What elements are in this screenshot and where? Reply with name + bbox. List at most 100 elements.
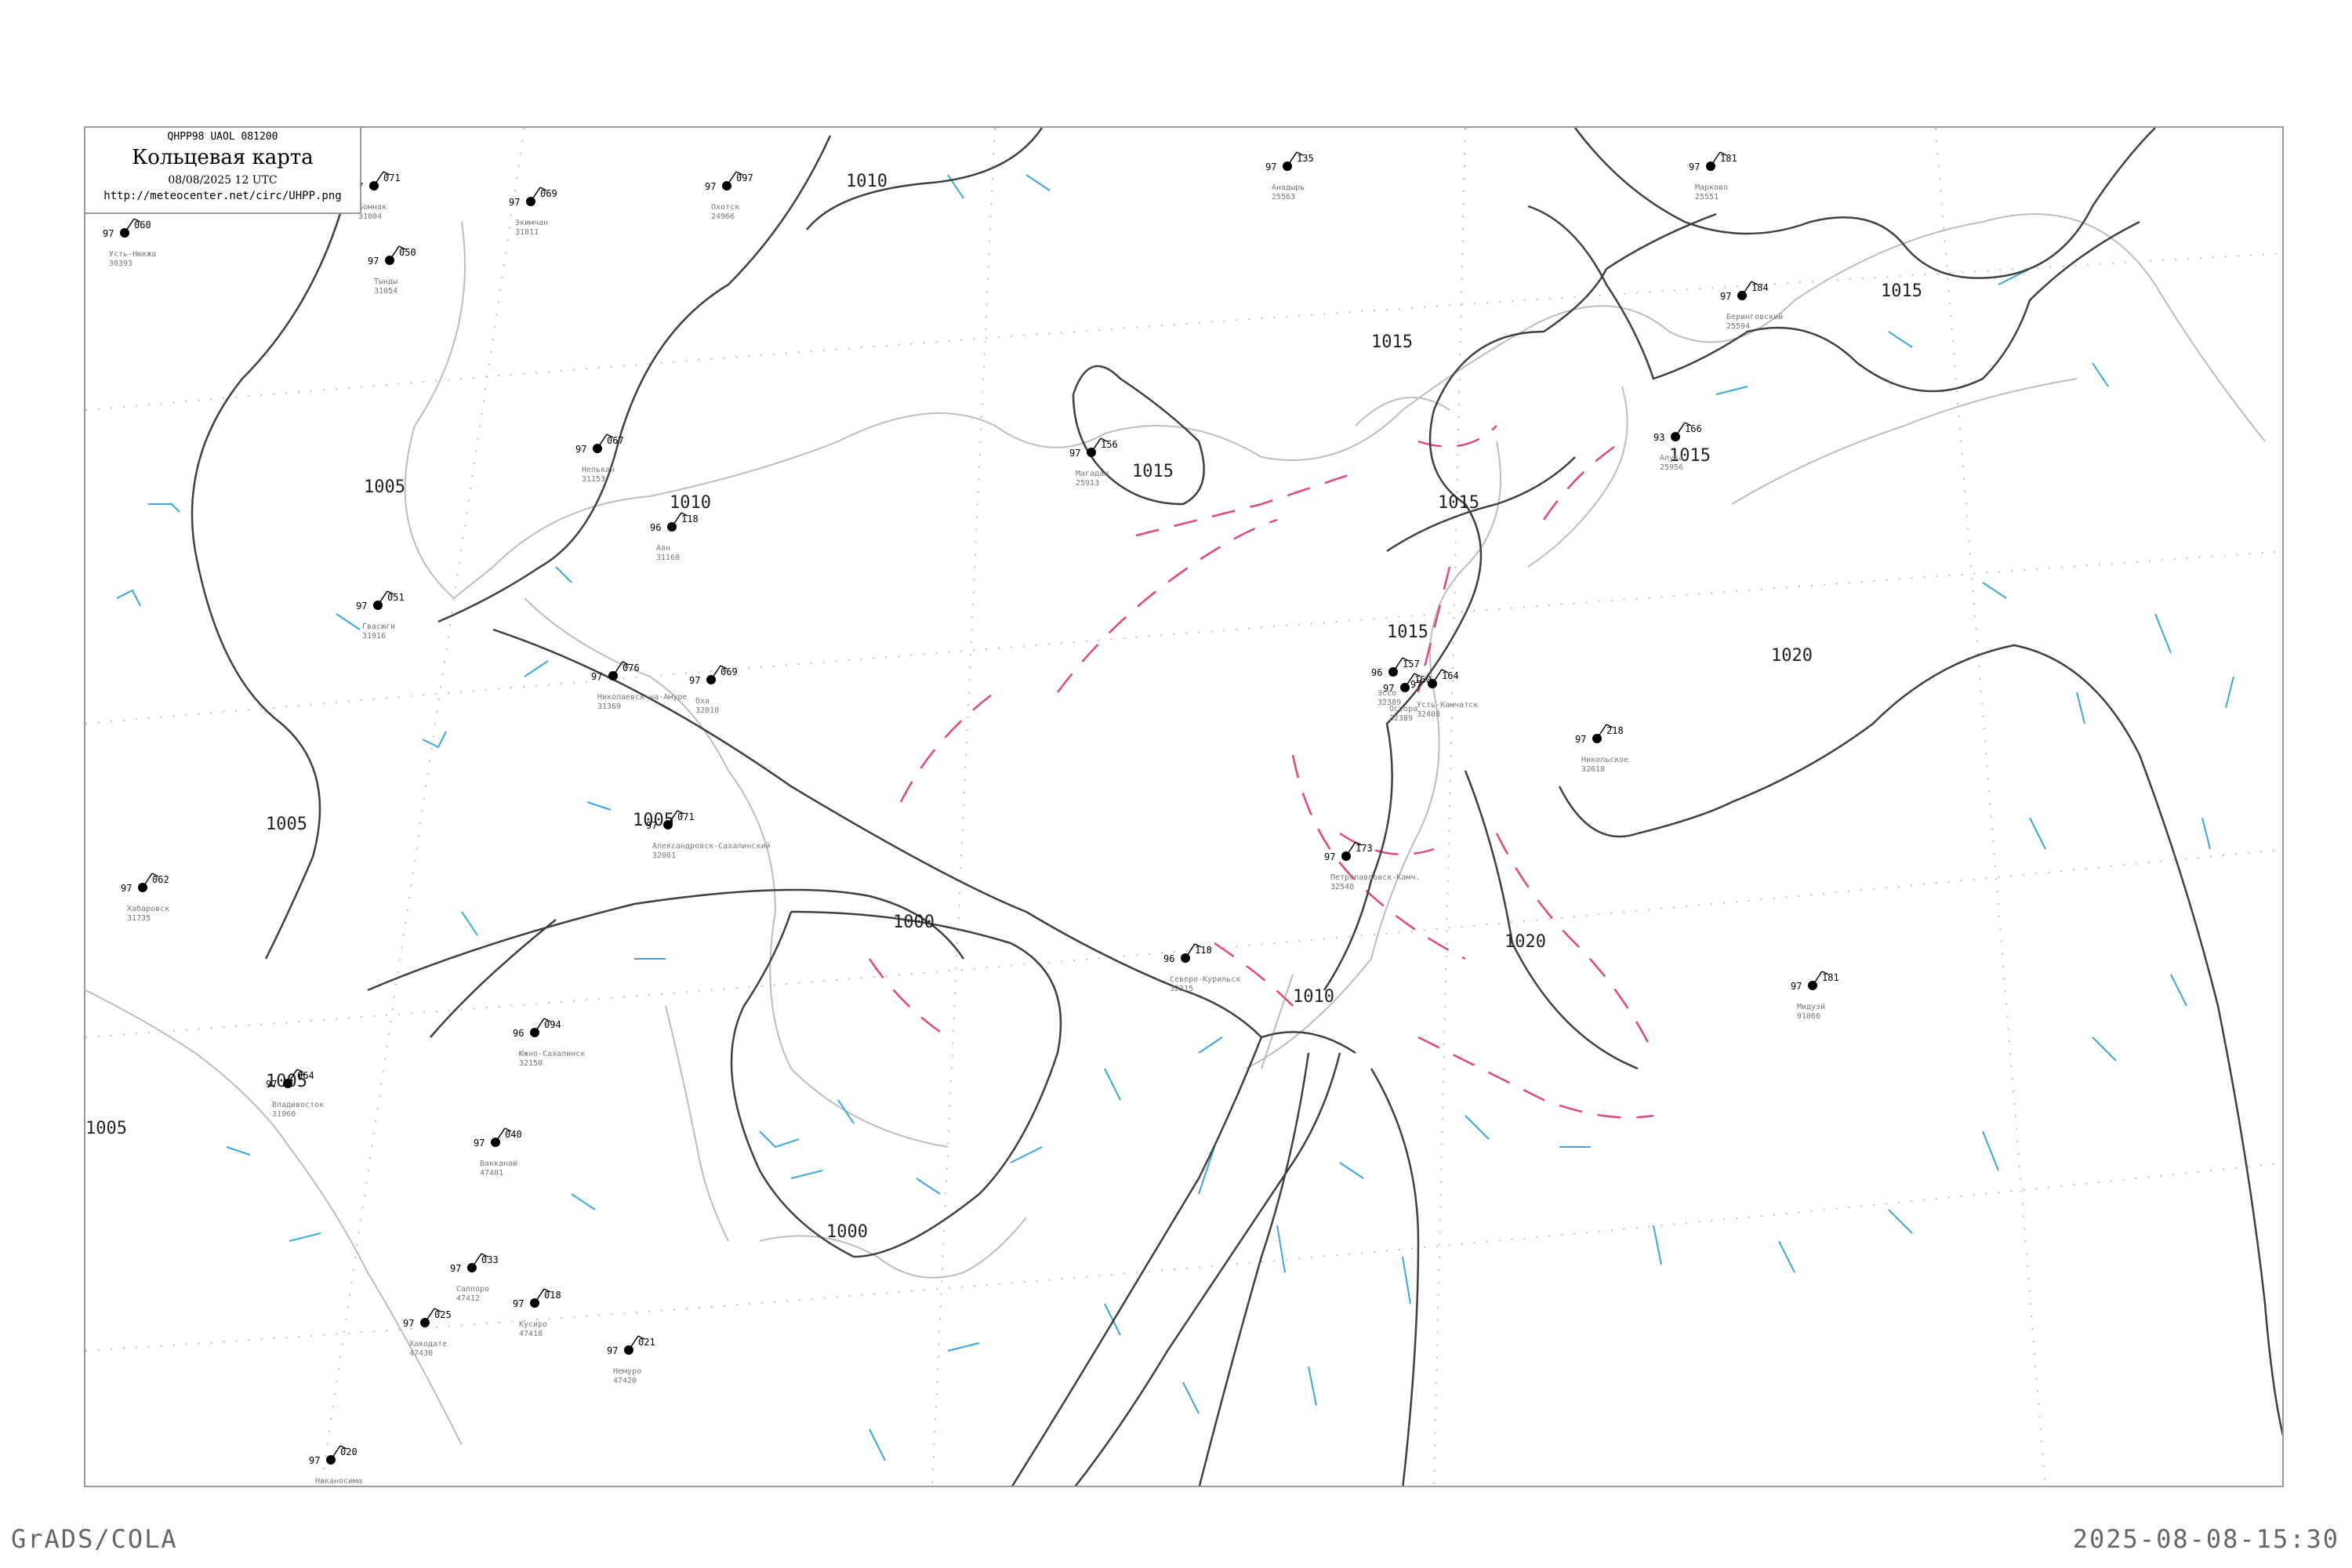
station-plot: 97 051 Гвасюги31916 (356, 590, 405, 641)
station-tendency: 97 (121, 883, 132, 894)
station-id: 25913 (1076, 479, 1099, 488)
isobar-label: 1015 (1881, 281, 1922, 301)
station-id: 31916 (362, 632, 386, 641)
station-observations: 97 060 Усть-Нюкжа30393 97 071 Бомнак31004 97 06… (103, 151, 1839, 1487)
station-name: Никольское (1581, 756, 1628, 764)
isobar-label: 1005 (266, 815, 307, 834)
station-plot: 96 094 Южно-Сахалинск32150 (513, 1018, 585, 1068)
station-pressure: 071 (383, 172, 401, 183)
isobar-label: 1015 (1387, 622, 1428, 642)
station-id: 32618 (1581, 765, 1605, 774)
station-plot: 97 135 Анадырь25563 (1265, 151, 1314, 201)
station-name: Беринговский (1726, 312, 1783, 321)
station-name: Марково (1695, 183, 1728, 192)
coastline (85, 213, 2266, 1446)
station-tendency: 97 (1265, 162, 1276, 172)
isobar-label: 1010 (846, 172, 887, 191)
station-id: 31054 (374, 287, 397, 296)
software-credit: GrADS/COLA (11, 1524, 178, 1554)
station-pressure: 018 (544, 1290, 561, 1301)
station-tendency: 96 (650, 522, 661, 533)
station-tendency: 97 (1575, 734, 1586, 745)
station-pressure: 118 (1195, 945, 1212, 956)
station-tendency: 97 (705, 181, 716, 192)
station-name: Гвасюги (362, 622, 395, 631)
station-name: Владивосток (272, 1101, 324, 1109)
render-timestamp: 2025-08-08-15:30 (2072, 1524, 2339, 1554)
station-tendency: 97 (450, 1263, 461, 1274)
station-tendency: 97 (509, 197, 520, 208)
isobar-label: 1010 (670, 493, 711, 513)
isobar-label: 1000 (826, 1222, 868, 1242)
station-tendency: 97 (1720, 291, 1731, 302)
station-plot: 97 021 Немуро47420 (607, 1335, 655, 1385)
station-pressure: 020 (340, 1446, 358, 1457)
station-pressure: 060 (134, 220, 151, 230)
station-name: Северо-Курильск (1170, 975, 1240, 984)
station-pressure: 064 (297, 1070, 314, 1081)
station-tendency: 97 (474, 1138, 485, 1149)
station-plot: 97 173 Петропавловск-Камч.32540 (1324, 841, 1420, 891)
station-tendency: 97 (591, 671, 602, 682)
station-id: 25594 (1726, 322, 1750, 331)
station-plot: 97 040 Вакканай47401 (474, 1127, 522, 1178)
station-tendency: 96 (513, 1028, 524, 1039)
station-id: 31011 (515, 228, 539, 237)
station-plot: 97 181 Марково25551 (1689, 151, 1737, 201)
station-name: Аян (656, 544, 670, 553)
station-pressure: 040 (505, 1129, 522, 1140)
station-tendency: 93 (1653, 432, 1664, 443)
station-tendency: 97 (266, 1079, 277, 1090)
station-pressure: 160 (1414, 674, 1432, 685)
station-tendency: 97 (1791, 981, 1802, 992)
graticule (85, 128, 2282, 1486)
chart-url: http://meteocenter.net/circ/UHPP.png (103, 190, 342, 202)
station-tendency: 97 (1383, 683, 1394, 694)
station-name: Тынды (374, 278, 397, 286)
chart-info-box: QHPP98 UAOL 081200 Кольцевая карта 08/08… (85, 128, 361, 214)
station-name: Апука (1660, 454, 1683, 463)
station-plot: 97 050 Тынды31054 (368, 245, 416, 296)
station-pressure: 135 (1297, 153, 1314, 164)
station-pressure: 021 (638, 1337, 655, 1348)
station-id: 25956 (1660, 463, 1683, 472)
station-pressure: 033 (481, 1254, 499, 1265)
station-name: Нелькан (582, 466, 615, 474)
station-name: Южно-Сахалинск (519, 1050, 585, 1058)
station-tendency: 97 (368, 256, 379, 267)
station-name: Хабаровск (127, 904, 169, 913)
station-pressure: 094 (544, 1019, 561, 1030)
station-pressure: 118 (681, 514, 699, 524)
station-pressure: 062 (152, 874, 169, 885)
station-id: 32061 (652, 851, 676, 860)
station-id: 31168 (656, 554, 680, 562)
station-id: 47401 (480, 1169, 503, 1178)
station-tendency: 97 (575, 444, 586, 455)
isobar-label: 1015 (1371, 332, 1413, 352)
map-frame: 1010 1010 1010 1005 1005 1005 1005 1005 … (84, 126, 2284, 1487)
station-id: 47600 (315, 1486, 339, 1487)
station-name: Усть-Камчатск (1417, 701, 1478, 710)
synoptic-map: 1010 1010 1010 1005 1005 1005 1005 1005 … (85, 128, 2282, 1487)
station-plot: 97 218 Никольское32618 (1575, 724, 1628, 774)
station-plot: 97 076 Николаевск-на-Амуре31369 (591, 661, 687, 711)
station-pressure: 076 (622, 662, 640, 673)
isobar-label: 1010 (1293, 987, 1334, 1007)
station-name: Оха (695, 697, 710, 706)
isobar-label: 1000 (893, 913, 935, 932)
station-plot: 97 033 Саппоро47412 (450, 1253, 499, 1303)
station-plot: 96 118 Аян31168 (650, 512, 699, 562)
station-tendency: 97 (103, 228, 114, 239)
station-id: 25563 (1272, 193, 1295, 201)
station-name: Наканосима (315, 1477, 362, 1486)
station-id: 32389 (1389, 714, 1413, 723)
station-id: 32150 (519, 1059, 543, 1068)
station-tendency: 96 (1163, 953, 1174, 964)
station-id: 47418 (519, 1330, 543, 1338)
station-id: 31735 (127, 914, 151, 923)
station-tendency: 97 (403, 1318, 414, 1329)
station-pressure: 164 (1442, 670, 1459, 681)
station-id: 32010 (695, 706, 719, 715)
station-name: Охотск (711, 203, 739, 212)
isobar-label: 1015 (1132, 462, 1174, 481)
